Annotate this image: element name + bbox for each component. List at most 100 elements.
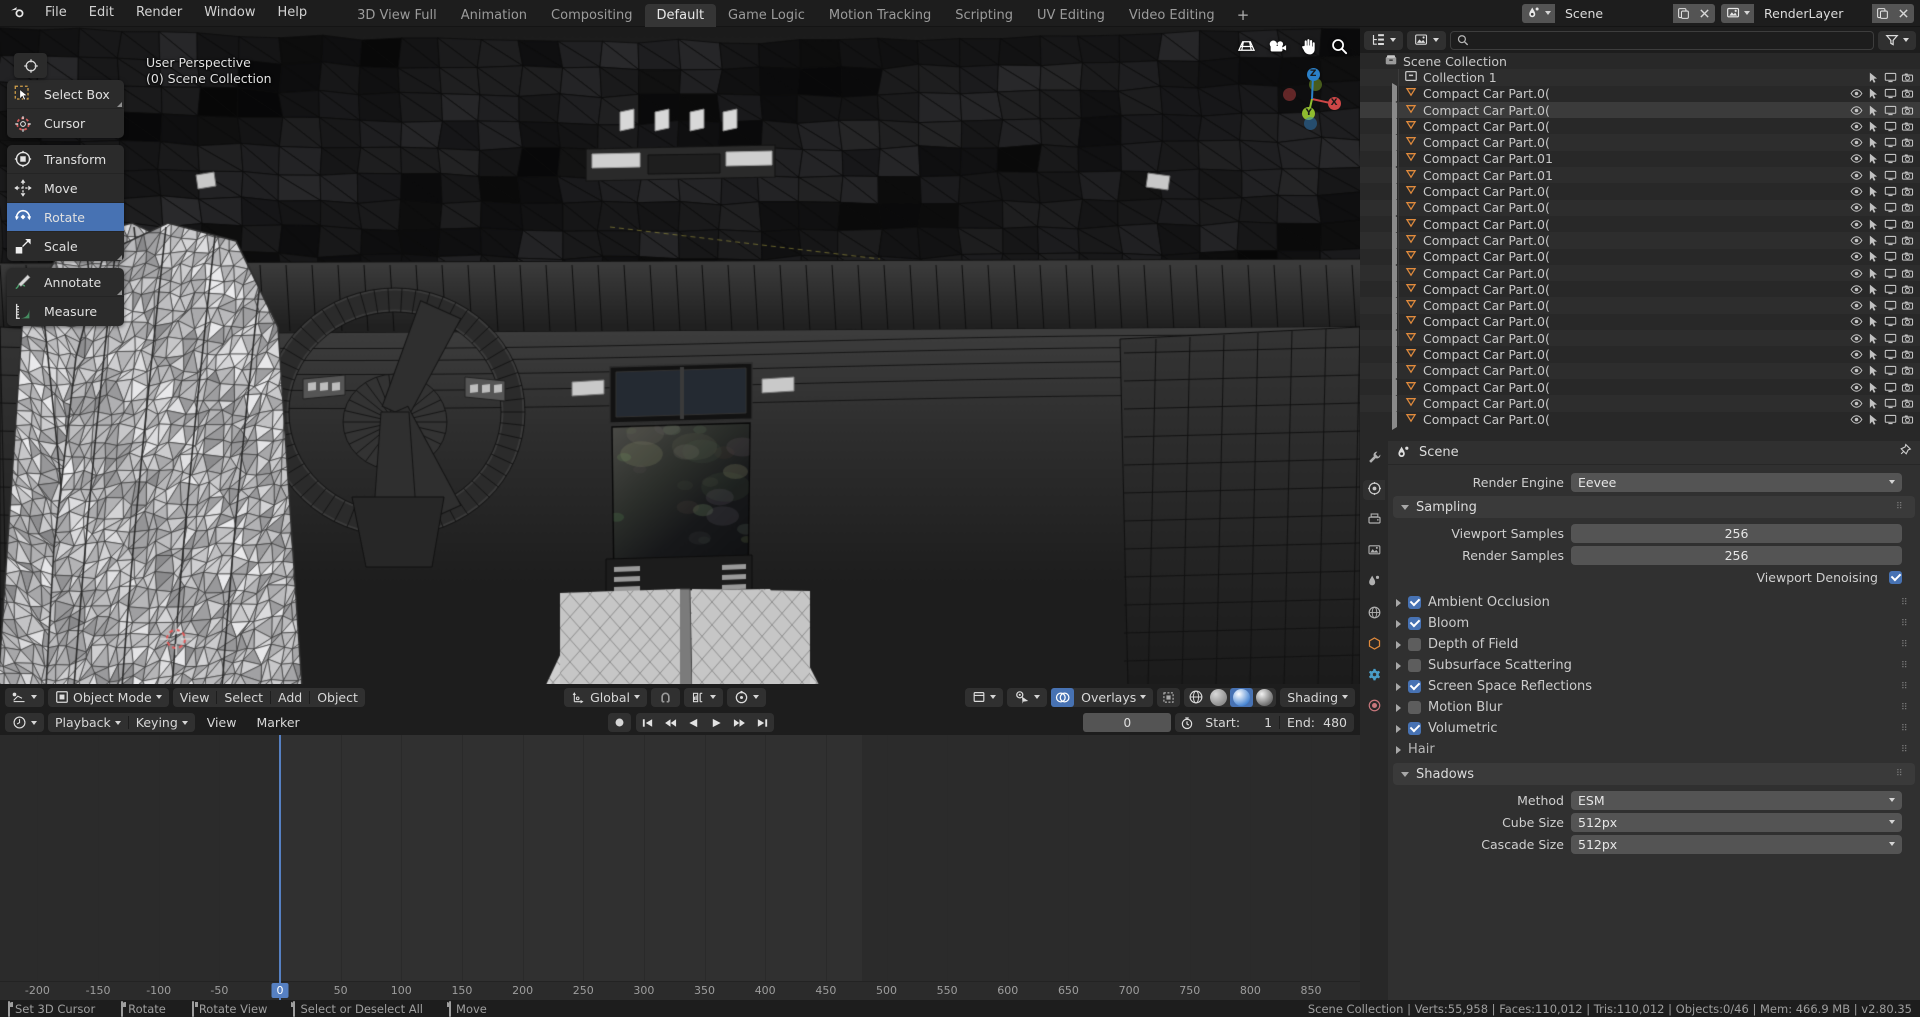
outliner-object-row[interactable]: Compact Car Part.0( xyxy=(1360,197,1920,219)
monitor-icon[interactable] xyxy=(1882,330,1899,346)
eye-icon[interactable] xyxy=(1848,184,1865,200)
camera-render-icon[interactable] xyxy=(1899,363,1916,379)
cursor-select-icon[interactable] xyxy=(1865,249,1882,265)
toolbar-cursor-header-icon[interactable] xyxy=(14,53,47,78)
object-visibility-icon[interactable] xyxy=(965,688,1003,707)
eye-icon[interactable] xyxy=(1848,151,1865,167)
viewport-menu-view[interactable]: View xyxy=(173,688,217,707)
timeline-editor-type[interactable] xyxy=(5,713,44,732)
camera-render-icon[interactable] xyxy=(1899,86,1916,102)
monitor-icon[interactable] xyxy=(1882,135,1899,151)
expand-triangle-icon[interactable] xyxy=(1392,83,1397,105)
outliner-object-row[interactable]: Compact Car Part.01 xyxy=(1360,148,1920,170)
effect-row-depth-of-field[interactable]: Depth of Field ⠿ xyxy=(1388,634,1920,655)
monitor-icon[interactable] xyxy=(1882,167,1899,183)
properties-editor[interactable]: Scene Render Engine Eevee Sampling ⠿ Vie… xyxy=(1360,441,1920,1000)
shadows-panel-header[interactable]: Shadows ⠿ xyxy=(1393,763,1915,785)
shading-mode-material-preview[interactable] xyxy=(1230,687,1254,707)
outliner-object-row[interactable]: Compact Car Part.0( xyxy=(1360,392,1920,414)
monitor-icon[interactable] xyxy=(1882,265,1899,281)
snap-magnet-icon[interactable] xyxy=(651,688,680,707)
tool-expand-corner-icon[interactable] xyxy=(117,290,122,295)
play-icon[interactable] xyxy=(705,713,728,732)
outliner-object-row[interactable]: Compact Car Part.0( xyxy=(1360,229,1920,251)
nav-axis-z-negative[interactable] xyxy=(1304,117,1318,131)
playback-button[interactable]: Playback xyxy=(48,713,128,732)
eye-icon[interactable] xyxy=(1848,216,1865,232)
close-scene-button[interactable] xyxy=(1694,3,1715,23)
camera-render-icon[interactable] xyxy=(1899,314,1916,330)
cursor-select-icon[interactable] xyxy=(1865,314,1882,330)
timeline-editor-icon[interactable] xyxy=(5,713,44,732)
monitor-icon[interactable] xyxy=(1882,281,1899,297)
viewport-denoising-checkbox[interactable] xyxy=(1889,570,1902,584)
sampling-panel-header[interactable]: Sampling ⠿ xyxy=(1393,496,1915,518)
current-frame-field[interactable]: 0 xyxy=(1083,713,1172,732)
camera-render-icon[interactable] xyxy=(1899,412,1916,428)
new-viewlayer-button[interactable] xyxy=(1872,3,1893,23)
workspace-tab-motion-tracking[interactable]: Motion Tracking xyxy=(817,4,943,27)
chevron-right-icon[interactable] xyxy=(1396,724,1401,733)
chevron-right-icon[interactable] xyxy=(1396,598,1401,607)
drag-handle-icon[interactable]: ⠿ xyxy=(1901,640,1912,649)
outliner-object-row[interactable]: Compact Car Part.0( xyxy=(1360,295,1920,317)
menu-edit[interactable]: Edit xyxy=(78,3,125,23)
cursor-select-icon[interactable] xyxy=(1865,412,1882,428)
monitor-icon[interactable] xyxy=(1882,151,1899,167)
scene-name-field[interactable]: Scene xyxy=(1555,3,1673,23)
render-engine-dropdown[interactable]: Eevee xyxy=(1571,472,1902,492)
outliner-object-row[interactable]: Compact Car Part.0( xyxy=(1360,132,1920,154)
workspace-tab-uv-editing[interactable]: UV Editing xyxy=(1025,4,1117,27)
camera-render-icon[interactable] xyxy=(1899,395,1916,411)
eye-icon[interactable] xyxy=(1848,363,1865,379)
menu-window[interactable]: Window xyxy=(193,3,266,23)
monitor-icon[interactable] xyxy=(1882,102,1899,118)
workspace-tab-compositing[interactable]: Compositing xyxy=(539,4,645,27)
shading-dropdown-group[interactable]: Shading xyxy=(1280,687,1356,707)
drag-handle-icon[interactable]: ⠿ xyxy=(1901,661,1912,670)
eye-icon[interactable] xyxy=(1848,167,1865,183)
overlays-dropdown[interactable]: Overlays xyxy=(1074,688,1153,707)
eye-icon[interactable] xyxy=(1848,412,1865,428)
jump-end-icon[interactable] xyxy=(751,713,774,732)
xray-icon[interactable] xyxy=(1157,688,1180,707)
effect-checkbox[interactable] xyxy=(1408,701,1421,714)
cursor-select-icon[interactable] xyxy=(1865,379,1882,395)
close-viewlayer-button[interactable] xyxy=(1893,3,1914,23)
object-mode-button[interactable]: Object Mode xyxy=(48,688,169,707)
outliner-editor-type[interactable] xyxy=(1364,30,1403,50)
gizmo-icon[interactable] xyxy=(1007,688,1047,707)
shading-mode-rendered[interactable] xyxy=(1253,688,1276,707)
camera-render-icon[interactable] xyxy=(1899,249,1916,265)
viewport-render-canvas[interactable] xyxy=(0,27,1360,684)
drag-handle-icon[interactable]: ⠿ xyxy=(1901,682,1912,691)
workspace-tab-animation[interactable]: Animation xyxy=(449,4,539,27)
effect-checkbox[interactable] xyxy=(1408,722,1421,735)
scene-selector[interactable]: Scene xyxy=(1522,3,1715,23)
auto-keying-icon[interactable] xyxy=(1175,713,1198,732)
shading-mode-solid[interactable] xyxy=(1207,688,1230,707)
gizmo-group[interactable] xyxy=(1007,687,1048,707)
editor-type-icon[interactable] xyxy=(5,688,44,707)
start-frame-field[interactable]: Start: 1 xyxy=(1198,713,1279,732)
menu-file[interactable]: File xyxy=(34,3,78,23)
properties-tab-world[interactable] xyxy=(1363,604,1385,624)
eye-icon[interactable] xyxy=(1848,298,1865,314)
chevron-right-icon[interactable] xyxy=(1396,661,1401,670)
timeline-playback-menu[interactable]: Playback Keying xyxy=(48,713,195,732)
drag-handle-icon[interactable]: ⠿ xyxy=(1901,619,1912,628)
play-reverse-icon[interactable] xyxy=(682,713,705,732)
chevron-right-icon[interactable] xyxy=(1396,619,1401,628)
outliner-object-row[interactable]: Compact Car Part.0( xyxy=(1360,83,1920,105)
eye-icon[interactable] xyxy=(1848,200,1865,216)
outliner-object-row[interactable]: Compact Car Part.0( xyxy=(1360,409,1920,431)
chevron-right-icon[interactable] xyxy=(1396,703,1401,712)
camera-render-icon[interactable] xyxy=(1899,118,1916,134)
outliner-tree[interactable]: Scene Collection Collection 1 Compact Car … xyxy=(1360,53,1920,431)
eye-icon[interactable] xyxy=(1848,86,1865,102)
timeline-marker-menu[interactable]: Marker xyxy=(248,715,307,730)
outliner-display-mode-icon[interactable] xyxy=(1364,31,1403,50)
id-type-filter-icon[interactable] xyxy=(1407,31,1446,50)
outliner-object-row[interactable]: Compact Car Part.01 xyxy=(1360,164,1920,186)
record-icon[interactable] xyxy=(608,713,631,732)
